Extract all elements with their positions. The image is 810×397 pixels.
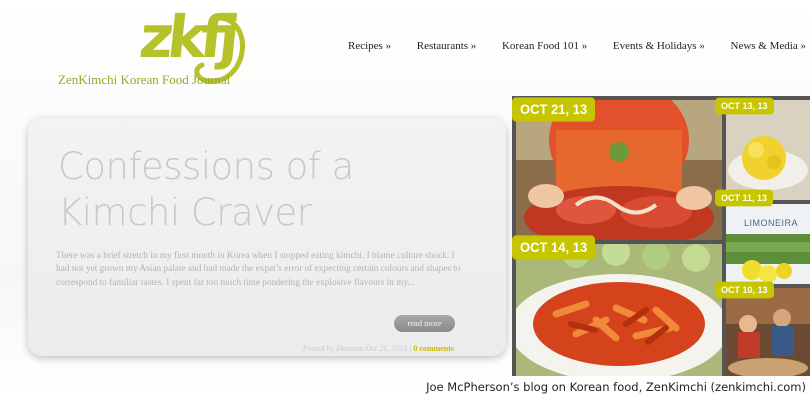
logo-text: ZenKimchi Korean Food Journal — [58, 72, 231, 87]
post-title-line-1: Confessions of a — [58, 145, 354, 188]
limoneira-label: LIMONEIRA — [744, 218, 799, 228]
main-nav: Recipes » Restaurants » Korean Food 101 … — [348, 40, 806, 52]
date-badge-oct-11: OCT 11, 13 — [715, 189, 774, 207]
photo-limoneira[interactable]: LIMONEIRA — [726, 204, 810, 284]
photo-collage: LIMONEIRA OCT 21, 13 OCT 13, 13 OCT 11, … — [512, 96, 810, 376]
photo-pasta-dish[interactable] — [516, 244, 722, 376]
post-excerpt: There was a brief stretch in my first mo… — [56, 251, 461, 288]
limoneira-image — [726, 204, 810, 284]
nav-item-events-holidays[interactable]: Events & Holidays » — [613, 40, 705, 52]
page: zkfj ZenKimchi Korean Food Journal Recip… — [0, 0, 810, 397]
nav-item-restaurants[interactable]: Restaurants » — [417, 40, 477, 52]
image-caption: Joe McPherson’s blog on Korean food, Zen… — [426, 380, 806, 394]
date-badge-oct-13: OCT 13, 13 — [715, 97, 774, 115]
date-badge-oct-10: OCT 10, 13 — [715, 281, 774, 299]
post-meta: Posted by Dessaan Oct 21, 2013 | 0 comme… — [303, 344, 454, 353]
post-title[interactable]: Confessions of a Kimchi Craver — [58, 144, 478, 236]
post-title-line-2: Kimchi Craver — [58, 191, 312, 234]
photo-dessert[interactable] — [726, 100, 810, 200]
photo-dinner-gathering[interactable] — [726, 288, 810, 376]
dinner-gathering-image — [726, 288, 810, 376]
comments-link[interactable]: 0 comments — [413, 344, 454, 353]
date-badge-oct-14: OCT 14, 13 — [512, 235, 596, 260]
pasta-dish-image — [516, 244, 722, 376]
post-meta-byline: Posted by Dessaan Oct 21, 2013 | — [302, 344, 412, 353]
nav-item-korean-food-101[interactable]: Korean Food 101 » — [502, 40, 587, 52]
date-badge-oct-21: OCT 21, 13 — [512, 97, 596, 122]
dessert-image — [726, 100, 810, 200]
site-logo[interactable]: zkfj ZenKimchi Korean Food Journal — [50, 3, 250, 92]
nav-item-news-media[interactable]: News & Media » — [731, 40, 806, 52]
featured-post-card: Confessions of a Kimchi Craver There was… — [28, 118, 506, 356]
read-more-button[interactable]: read more — [394, 315, 455, 332]
nav-item-recipes[interactable]: Recipes » — [348, 40, 391, 52]
